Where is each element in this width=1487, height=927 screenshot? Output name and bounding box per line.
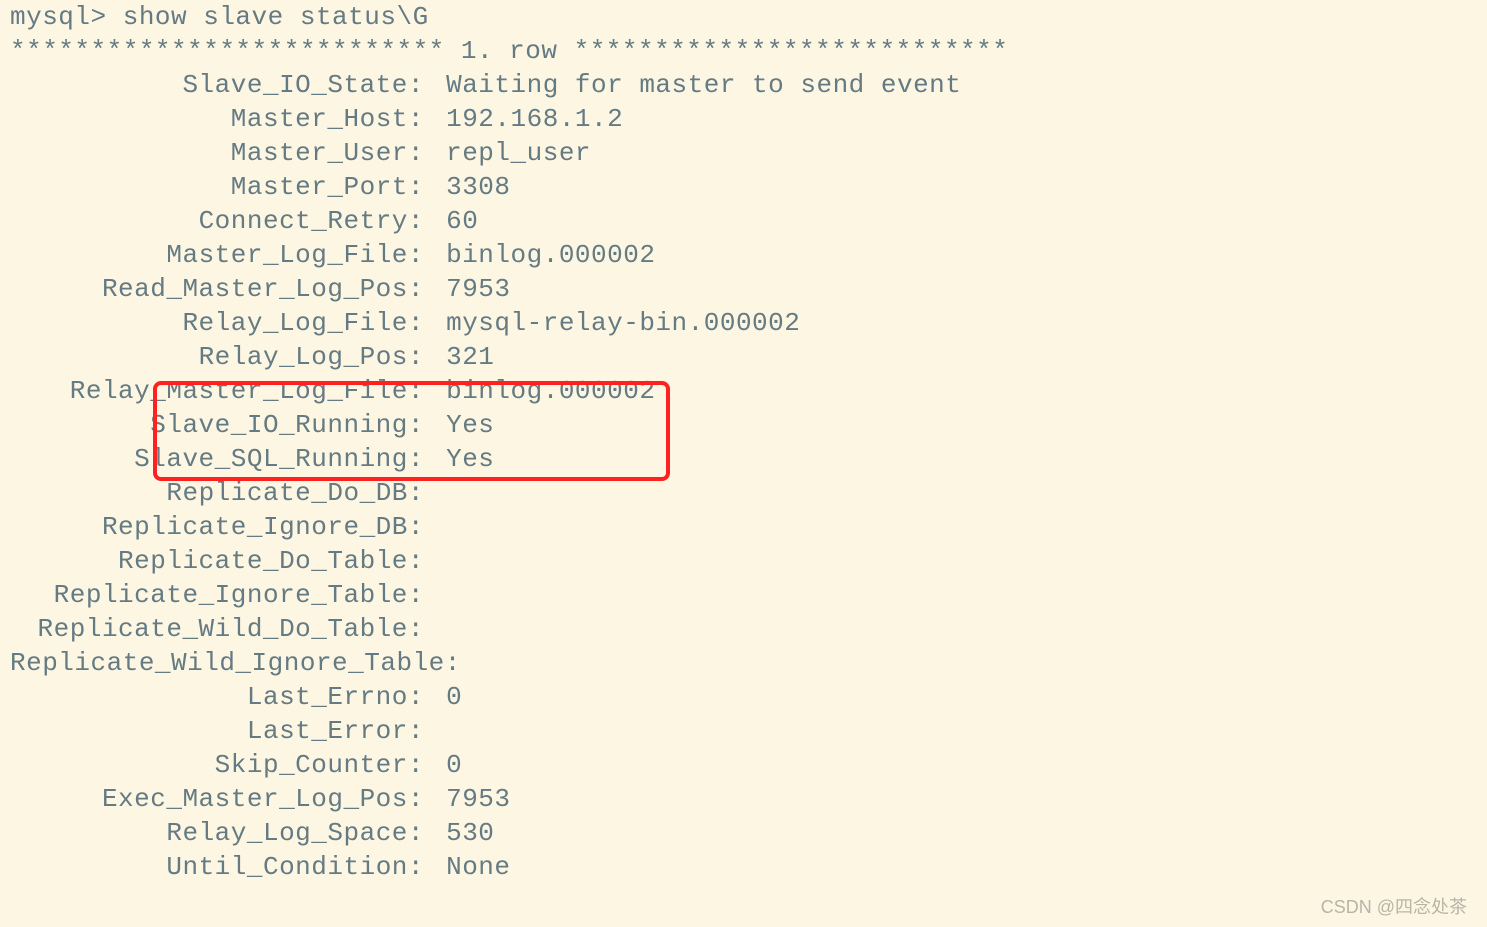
status-value: binlog.000002 bbox=[430, 374, 655, 408]
status-label: Replicate_Ignore_Table: bbox=[10, 578, 430, 612]
status-value: mysql-relay-bin.000002 bbox=[430, 306, 800, 340]
status-value: 530 bbox=[430, 816, 494, 850]
status-value: 321 bbox=[430, 340, 494, 374]
mysql-prompt-line: mysql> show slave status\G bbox=[10, 0, 1477, 34]
status-label: Exec_Master_Log_Pos: bbox=[10, 782, 430, 816]
status-label: Relay_Log_Space: bbox=[10, 816, 430, 850]
status-value: 0 bbox=[430, 680, 462, 714]
status-value: 7953 bbox=[430, 782, 511, 816]
status-value bbox=[430, 544, 446, 578]
status-row: Slave_IO_Running: Yes bbox=[10, 408, 1477, 442]
status-label: Skip_Counter: bbox=[10, 748, 430, 782]
status-value: Yes bbox=[430, 442, 494, 476]
status-row: Replicate_Ignore_DB: bbox=[10, 510, 1477, 544]
status-label: Master_Log_File: bbox=[10, 238, 430, 272]
status-row: Slave_IO_State: Waiting for master to se… bbox=[10, 68, 1477, 102]
status-label: Connect_Retry: bbox=[10, 204, 430, 238]
status-row: Until_Condition: None bbox=[10, 850, 1477, 884]
status-fields: Slave_IO_State: Waiting for master to se… bbox=[10, 68, 1477, 884]
status-label: Last_Errno: bbox=[10, 680, 430, 714]
status-row: Skip_Counter: 0 bbox=[10, 748, 1477, 782]
status-label: Relay_Master_Log_File: bbox=[10, 374, 430, 408]
status-value: repl_user bbox=[430, 136, 591, 170]
status-row: Master_User: repl_user bbox=[10, 136, 1477, 170]
status-value: None bbox=[430, 850, 511, 884]
status-row: Relay_Master_Log_File: binlog.000002 bbox=[10, 374, 1477, 408]
status-row: Slave_SQL_Running: Yes bbox=[10, 442, 1477, 476]
status-row: Exec_Master_Log_Pos: 7953 bbox=[10, 782, 1477, 816]
status-row: Replicate_Do_Table: bbox=[10, 544, 1477, 578]
status-row: Replicate_Ignore_Table: bbox=[10, 578, 1477, 612]
status-label: Slave_IO_Running: bbox=[10, 408, 430, 442]
status-row: Last_Errno: 0 bbox=[10, 680, 1477, 714]
status-label: Slave_IO_State: bbox=[10, 68, 430, 102]
status-label: Relay_Log_File: bbox=[10, 306, 430, 340]
status-label: Read_Master_Log_Pos: bbox=[10, 272, 430, 306]
watermark: CSDN @四念处茶 bbox=[1321, 893, 1467, 919]
status-label: Relay_Log_Pos: bbox=[10, 340, 430, 374]
status-label: Replicate_Wild_Do_Table: bbox=[10, 612, 430, 646]
status-row: Replicate_Wild_Ignore_Table: bbox=[10, 646, 1477, 680]
status-row: Replicate_Wild_Do_Table: bbox=[10, 612, 1477, 646]
status-label: Replicate_Ignore_DB: bbox=[10, 510, 430, 544]
status-row: Master_Log_File: binlog.000002 bbox=[10, 238, 1477, 272]
status-value bbox=[430, 510, 446, 544]
status-row: Last_Error: bbox=[10, 714, 1477, 748]
status-row: Relay_Log_Pos: 321 bbox=[10, 340, 1477, 374]
status-label: Until_Condition: bbox=[10, 850, 430, 884]
status-label: Replicate_Do_Table: bbox=[10, 544, 430, 578]
status-label: Slave_SQL_Running: bbox=[10, 442, 430, 476]
status-row: Master_Port: 3308 bbox=[10, 170, 1477, 204]
status-label: Master_User: bbox=[10, 136, 430, 170]
status-row: Master_Host: 192.168.1.2 bbox=[10, 102, 1477, 136]
status-label: Replicate_Wild_Ignore_Table: bbox=[10, 646, 430, 680]
status-value bbox=[430, 714, 446, 748]
status-value bbox=[430, 578, 446, 612]
status-value: 7953 bbox=[430, 272, 511, 306]
status-value: Yes bbox=[430, 408, 494, 442]
status-value: 192.168.1.2 bbox=[430, 102, 623, 136]
status-label: Master_Host: bbox=[10, 102, 430, 136]
status-label: Replicate_Do_DB: bbox=[10, 476, 430, 510]
status-row: Replicate_Do_DB: bbox=[10, 476, 1477, 510]
status-value bbox=[430, 476, 446, 510]
status-value: 60 bbox=[430, 204, 478, 238]
status-label: Last_Error: bbox=[10, 714, 430, 748]
status-row: Relay_Log_File: mysql-relay-bin.000002 bbox=[10, 306, 1477, 340]
status-row: Read_Master_Log_Pos: 7953 bbox=[10, 272, 1477, 306]
status-value: 0 bbox=[430, 748, 462, 782]
status-row: Relay_Log_Space: 530 bbox=[10, 816, 1477, 850]
status-value: Waiting for master to send event bbox=[430, 68, 961, 102]
status-value bbox=[430, 646, 446, 680]
status-value: 3308 bbox=[430, 170, 511, 204]
status-row: Connect_Retry: 60 bbox=[10, 204, 1477, 238]
status-value: binlog.000002 bbox=[430, 238, 655, 272]
status-label: Master_Port: bbox=[10, 170, 430, 204]
status-value bbox=[430, 612, 446, 646]
row-separator: *************************** 1. row *****… bbox=[10, 34, 1477, 68]
